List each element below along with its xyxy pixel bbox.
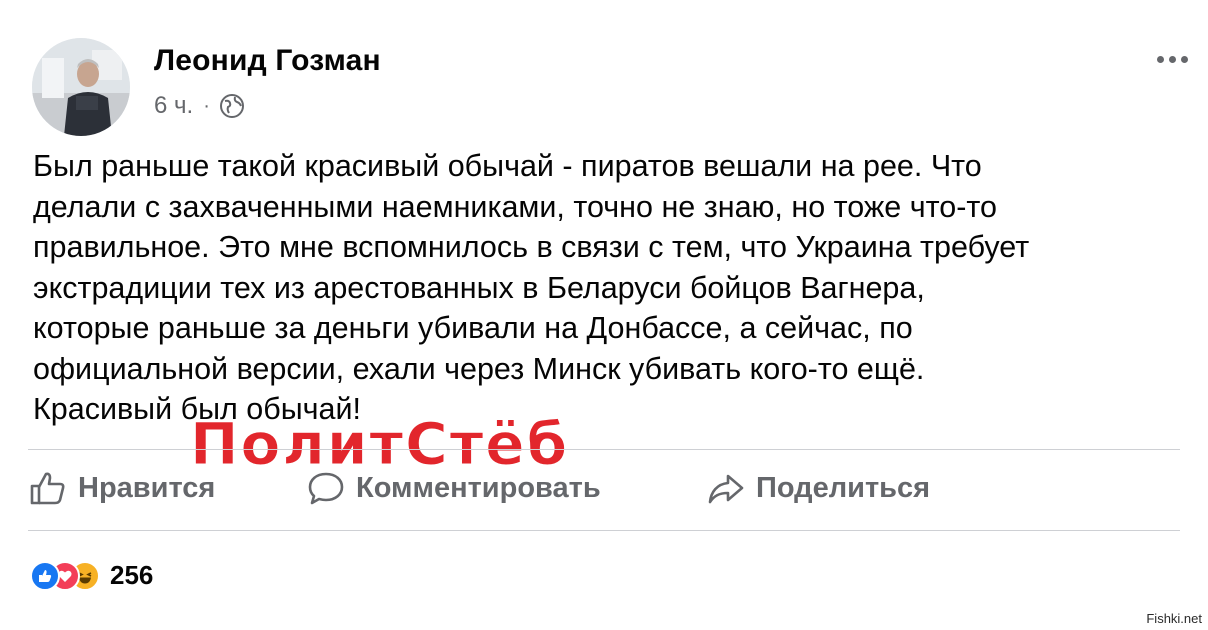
comment-button[interactable]: Комментировать bbox=[306, 468, 601, 508]
like-reaction-icon bbox=[30, 560, 60, 591]
post-card: Леонид Гозман 6 ч. · Был раньше такой кр… bbox=[0, 0, 1208, 630]
post-text-line: экстрадиции тех из арестованных в Белару… bbox=[33, 270, 925, 305]
footer-watermark: Fishki.net bbox=[1146, 611, 1202, 626]
avatar[interactable] bbox=[32, 38, 130, 136]
post-time[interactable]: 6 ч. bbox=[154, 92, 193, 120]
avatar-photo bbox=[32, 38, 130, 136]
post-text-line: правильное. Это мне вспомнилось в связи … bbox=[33, 230, 1030, 264]
comment-label: Комментировать bbox=[356, 471, 601, 504]
post-text-line: делали с захваченными наемниками, точно … bbox=[33, 189, 997, 224]
divider-bottom bbox=[28, 530, 1180, 531]
thumbs-up-icon bbox=[30, 472, 65, 505]
action-bar: Нравится Комментировать Поделиться bbox=[0, 468, 1208, 518]
post-text-line: официальной версии, ехали через Минск уб… bbox=[33, 351, 925, 386]
globe-icon bbox=[219, 94, 244, 118]
author-name[interactable]: Леонид Гозман bbox=[154, 44, 381, 78]
divider-top bbox=[28, 449, 1180, 450]
like-label: Нравится bbox=[78, 471, 216, 504]
post-text: Был раньше такой красивый обычай - пират… bbox=[33, 146, 1183, 430]
meta-separator: · bbox=[203, 94, 210, 117]
share-label: Поделиться bbox=[756, 471, 931, 504]
like-button[interactable]: Нравится bbox=[28, 468, 215, 508]
post-meta: 6 ч. · bbox=[154, 92, 246, 120]
more-dots-icon[interactable] bbox=[1157, 56, 1188, 63]
post-text-line: Был раньше такой красивый обычай - пират… bbox=[33, 149, 982, 183]
reactions-summary[interactable]: 256 bbox=[30, 560, 153, 591]
reactions-count: 256 bbox=[110, 560, 154, 590]
comment-icon bbox=[308, 472, 344, 505]
share-icon bbox=[708, 474, 744, 504]
share-button[interactable]: Поделиться bbox=[706, 468, 930, 508]
post-text-line: которые раньше за деньги убивали на Донб… bbox=[33, 311, 913, 345]
